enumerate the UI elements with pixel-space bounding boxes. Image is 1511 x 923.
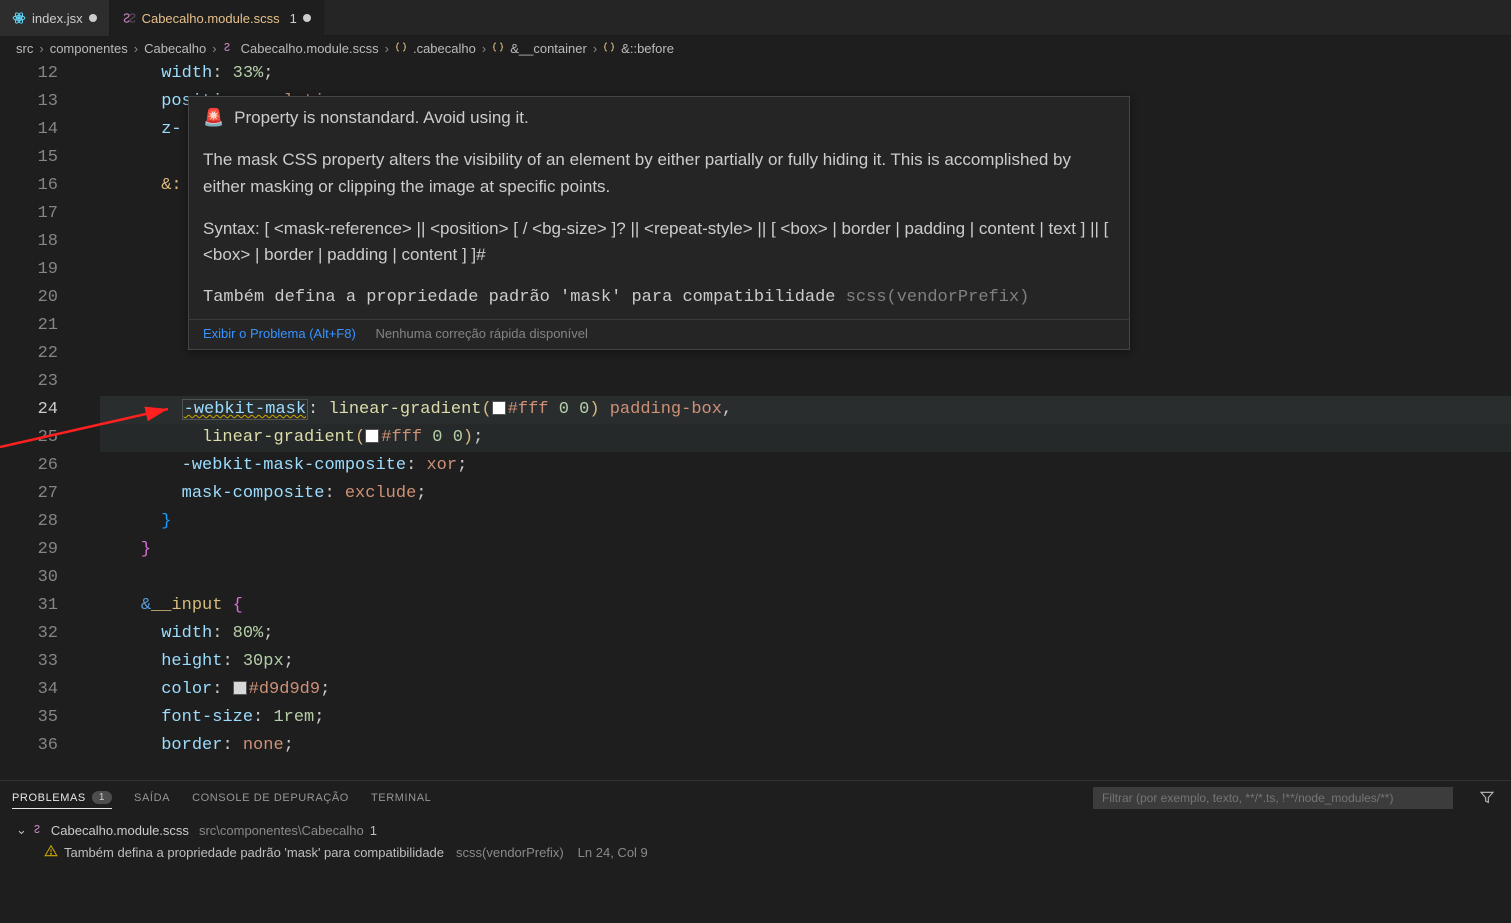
chevron-right-icon: › [134,41,138,56]
panel-tab-output[interactable]: SAÍDA [134,792,170,804]
tab-label: Cabecalho.module.scss [142,11,280,26]
chevron-right-icon: › [482,41,486,56]
no-quick-fix-label: Nenhuma correção rápida disponível [375,326,587,341]
problems-file-row[interactable]: ⌄ Cabecalho.module.scss src\componentes\… [16,819,1495,841]
breadcrumb-item[interactable]: Cabecalho [144,41,206,56]
hover-syntax-label: Syntax: [203,219,260,238]
problem-message: Também defina a propriedade padrão 'mask… [64,845,444,860]
breadcrumb-item[interactable]: &__container [510,41,587,56]
problems-count-badge: 1 [92,791,112,804]
color-swatch-icon[interactable] [365,429,379,443]
hover-heading: Property is nonstandard. Avoid using it. [234,105,529,131]
hover-syntax: [ <mask-reference> || <position> [ / <bg… [203,219,1108,264]
tab-indexjsx[interactable]: index.jsx [0,0,110,36]
tab-cabecalho-scss[interactable]: Cabecalho.module.scss 1 [110,0,324,36]
selector-icon [603,41,615,56]
hover-tooltip[interactable]: 🚨 Property is nonstandard. Avoid using i… [188,96,1130,350]
chevron-down-icon: ⌄ [16,822,27,838]
hover-scss-message: Também defina a propriedade padrão 'mask… [203,288,836,307]
chevron-right-icon: › [385,41,389,56]
problem-location: Ln 24, Col 9 [578,845,648,860]
editor-tabs: index.jsx Cabecalho.module.scss 1 [0,0,1511,36]
chevron-right-icon: › [212,41,216,56]
scss-icon [33,823,45,838]
breadcrumb-item[interactable]: &::before [621,41,674,56]
breadcrumb-item[interactable]: .cabecalho [413,41,476,56]
tab-problem-count: 1 [290,11,297,26]
problem-item[interactable]: Também defina a propriedade padrão 'mask… [16,841,1495,863]
warning-icon [44,844,58,861]
scss-icon [122,11,136,25]
panel-tabs: PROBLEMAS 1 SAÍDA CONSOLE DE DEPURAÇÃO T… [0,781,1511,815]
chevron-right-icon: › [39,41,43,56]
breadcrumb[interactable]: src › componentes › Cabecalho › Cabecalh… [0,36,1511,60]
problems-list: ⌄ Cabecalho.module.scss src\componentes\… [0,815,1511,867]
scss-icon [223,41,235,56]
color-swatch-icon[interactable] [233,681,247,695]
bottom-panel: PROBLEMAS 1 SAÍDA CONSOLE DE DEPURAÇÃO T… [0,780,1511,880]
problem-source: scss(vendorPrefix) [456,845,564,860]
selector-icon [492,41,504,56]
problems-file-path: src\componentes\Cabecalho [199,823,364,838]
breadcrumb-item[interactable]: src [16,41,33,56]
panel-tab-problems[interactable]: PROBLEMAS 1 [12,791,112,809]
color-swatch-icon[interactable] [492,401,506,415]
hovered-property[interactable]: -webkit-mask [182,399,308,420]
file-problem-count: 1 [370,823,377,838]
panel-tab-debug[interactable]: CONSOLE DE DEPURAÇÃO [192,792,349,804]
breadcrumb-item[interactable]: Cabecalho.module.scss [241,41,379,56]
view-problem-link[interactable]: Exibir o Problema (Alt+F8) [203,326,356,341]
tab-label: index.jsx [32,11,83,26]
problems-filter-input[interactable] [1093,787,1453,809]
chevron-right-icon: › [593,41,597,56]
filter-icon[interactable] [1475,785,1499,812]
modified-dot-icon [89,14,97,22]
modified-dot-icon [303,14,311,22]
line-gutter: 12131415 16171819 20212223 24252627 2829… [0,60,80,780]
panel-tab-terminal[interactable]: TERMINAL [371,792,431,804]
react-icon [12,11,26,25]
warning-light-icon: 🚨 [203,105,224,131]
problems-file-name: Cabecalho.module.scss [51,823,189,838]
hover-source: scss(vendorPrefix) [846,288,1030,307]
breadcrumb-item[interactable]: componentes [50,41,128,56]
selector-icon [395,41,407,56]
hover-description: The mask CSS property alters the visibil… [189,139,1129,208]
